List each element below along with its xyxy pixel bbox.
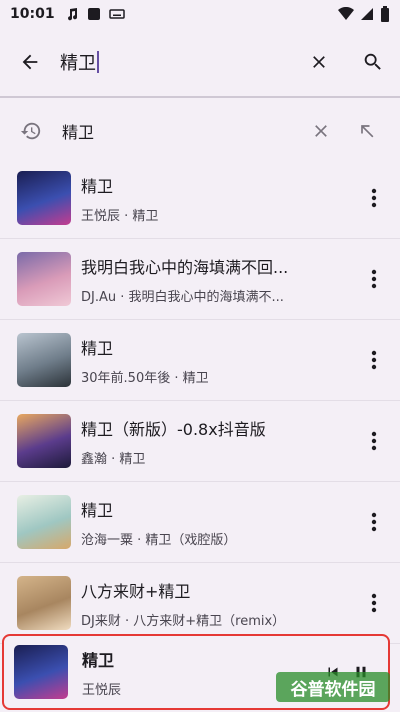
status-time: 10:01 — [10, 6, 55, 22]
wifi-icon — [338, 7, 354, 20]
more-options-button[interactable] — [348, 411, 400, 471]
song-title: 精卫 — [81, 500, 114, 520]
more-options-button[interactable] — [348, 573, 400, 633]
search-button[interactable] — [346, 30, 400, 94]
more-vert-icon — [371, 593, 377, 613]
search-query-text: 精卫 — [60, 53, 96, 74]
album-art — [17, 333, 71, 387]
song-item[interactable]: 精卫（新版）-0.8x抖音版 鑫瀚 · 精卫 — [0, 401, 400, 482]
close-icon — [315, 125, 327, 137]
signal-icon — [361, 8, 373, 20]
more-vert-icon — [371, 431, 377, 451]
history-text: 精卫 — [62, 123, 95, 142]
arrow-up-left-icon — [361, 125, 374, 138]
song-subtitle: DJ.Au · 我明白我心中的海填满不... — [81, 289, 284, 305]
song-title: 八方来财+精卫 — [81, 581, 191, 601]
search-results-list: 精卫 王悦辰 · 精卫 我明白我心中的海填满不回... DJ.Au · 我明白我… — [0, 158, 400, 644]
song-subtitle: 30年前.50年後 · 精卫 — [81, 370, 209, 386]
search-icon — [364, 53, 381, 70]
fill-query-button[interactable] — [344, 108, 390, 154]
now-playing-title: 精卫 — [82, 650, 115, 670]
song-item[interactable]: 精卫 王悦辰 · 精卫 — [0, 158, 400, 239]
search-input[interactable]: 精卫 — [60, 49, 292, 75]
song-title: 我明白我心中的海填满不回... — [81, 257, 289, 277]
more-vert-icon — [371, 350, 377, 370]
watermark-logo: 谷普软件园 — [276, 672, 390, 702]
search-history-item[interactable]: 精卫 — [0, 108, 400, 154]
more-options-button[interactable] — [348, 330, 400, 390]
more-vert-icon — [371, 512, 377, 532]
notification-icons — [65, 7, 125, 21]
song-title: 精卫（新版）-0.8x抖音版 — [81, 419, 266, 439]
song-subtitle: 鑫瀚 · 精卫 — [81, 451, 146, 467]
song-subtitle: 沧海一粟 · 精卫（戏腔版） — [81, 532, 237, 548]
more-options-button[interactable] — [348, 492, 400, 552]
more-options-button[interactable] — [348, 168, 400, 228]
album-art — [17, 576, 71, 630]
song-item[interactable]: 精卫 30年前.50年後 · 精卫 — [0, 320, 400, 401]
remove-history-button[interactable] — [298, 108, 344, 154]
more-vert-icon — [371, 269, 377, 289]
back-button[interactable] — [0, 30, 60, 94]
history-icon — [20, 122, 41, 140]
song-subtitle: DJ来财 · 八方来财+精卫（remix） — [81, 613, 286, 629]
text-caret — [97, 51, 99, 73]
search-bar: 精卫 — [0, 30, 400, 94]
album-art — [17, 252, 71, 306]
album-art — [17, 495, 71, 549]
status-bar: 10:01 — [0, 0, 400, 28]
arrow-left-icon — [22, 54, 38, 70]
song-title: 精卫 — [81, 338, 114, 358]
keyboard-icon — [108, 9, 125, 19]
song-item[interactable]: 我明白我心中的海填满不回... DJ.Au · 我明白我心中的海填满不... — [0, 239, 400, 320]
song-item[interactable]: 八方来财+精卫 DJ来财 · 八方来财+精卫（remix） — [0, 563, 400, 644]
clear-search-button[interactable] — [292, 30, 346, 94]
battery-icon — [381, 6, 389, 22]
now-playing-art — [14, 645, 68, 699]
album-art — [17, 414, 71, 468]
system-icons — [338, 6, 390, 22]
app-notification-icon — [87, 8, 100, 20]
song-title: 精卫 — [81, 176, 114, 196]
close-icon — [313, 56, 325, 68]
song-item[interactable]: 精卫 沧海一粟 · 精卫（戏腔版） — [0, 482, 400, 563]
music-note-icon — [67, 8, 77, 21]
album-art — [17, 171, 71, 225]
more-options-button[interactable] — [348, 249, 400, 309]
search-divider — [0, 96, 400, 98]
song-subtitle: 王悦辰 · 精卫 — [81, 208, 159, 224]
more-vert-icon — [371, 188, 377, 208]
